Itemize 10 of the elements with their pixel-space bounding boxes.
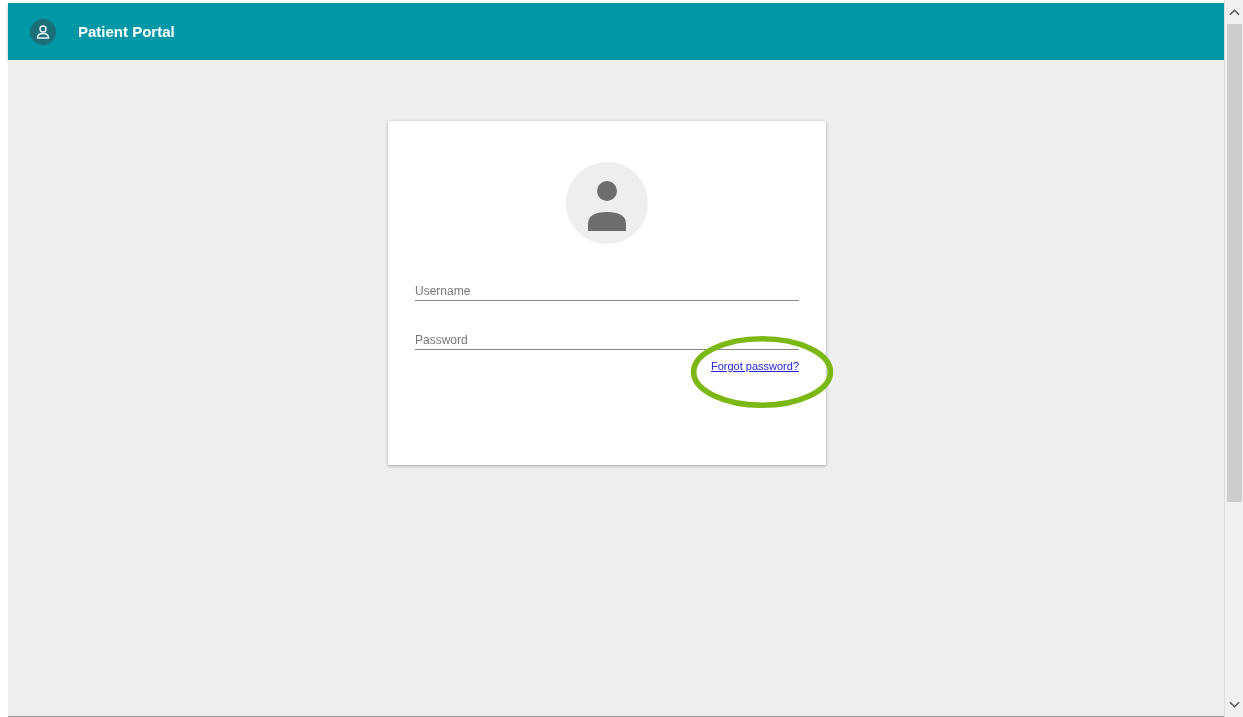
scroll-down-icon[interactable] xyxy=(1228,701,1240,709)
avatar-icon xyxy=(566,162,648,244)
user-icon xyxy=(30,18,56,45)
forgot-password-link[interactable]: Forgot password? xyxy=(710,358,799,374)
scrollbar-thumb[interactable] xyxy=(1226,24,1242,502)
scroll-up-icon[interactable] xyxy=(1228,8,1240,16)
app-title: Patient Portal xyxy=(78,23,175,40)
username-field[interactable]: Username xyxy=(415,282,799,301)
scrollbar[interactable] xyxy=(1224,0,1243,717)
password-field[interactable]: Password xyxy=(415,331,799,350)
